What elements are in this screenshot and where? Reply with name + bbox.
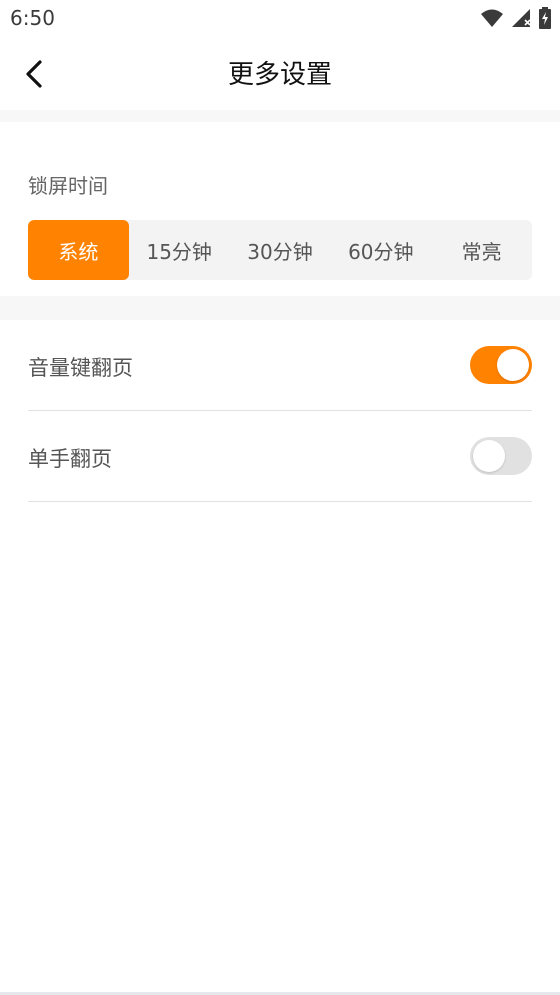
- divider-band: [0, 110, 560, 122]
- one-hand-page-turn-toggle[interactable]: [470, 437, 532, 475]
- signal-icon: [510, 8, 532, 32]
- one-hand-page-turn-label: 单手翻页: [28, 447, 112, 471]
- volume-key-page-turn-toggle[interactable]: [470, 346, 532, 384]
- volume-key-page-turn-row: 音量键翻页: [28, 320, 532, 411]
- lock-screen-label: 锁屏时间: [28, 174, 108, 198]
- battery-charging-icon: [538, 7, 552, 33]
- section-divider: [0, 296, 560, 320]
- nav-bar: 更多设置: [0, 38, 560, 110]
- option-system[interactable]: 系统: [28, 220, 129, 280]
- option-30min[interactable]: 30分钟: [230, 220, 331, 280]
- lock-screen-segmented-control: 系统 15分钟 30分钟 60分钟 常亮: [28, 220, 532, 280]
- toggle-knob: [497, 349, 529, 381]
- option-always-on[interactable]: 常亮: [431, 220, 532, 280]
- option-60min[interactable]: 60分钟: [330, 220, 431, 280]
- toggle-knob: [473, 440, 505, 472]
- option-15min[interactable]: 15分钟: [129, 220, 230, 280]
- volume-key-page-turn-label: 音量键翻页: [28, 356, 133, 380]
- one-hand-page-turn-row: 单手翻页: [28, 411, 532, 502]
- page-title: 更多设置: [227, 60, 332, 90]
- status-time: 6:50: [10, 6, 55, 30]
- status-bar: 6:50: [0, 0, 560, 38]
- status-icons: [480, 7, 552, 33]
- wifi-icon: [480, 8, 504, 32]
